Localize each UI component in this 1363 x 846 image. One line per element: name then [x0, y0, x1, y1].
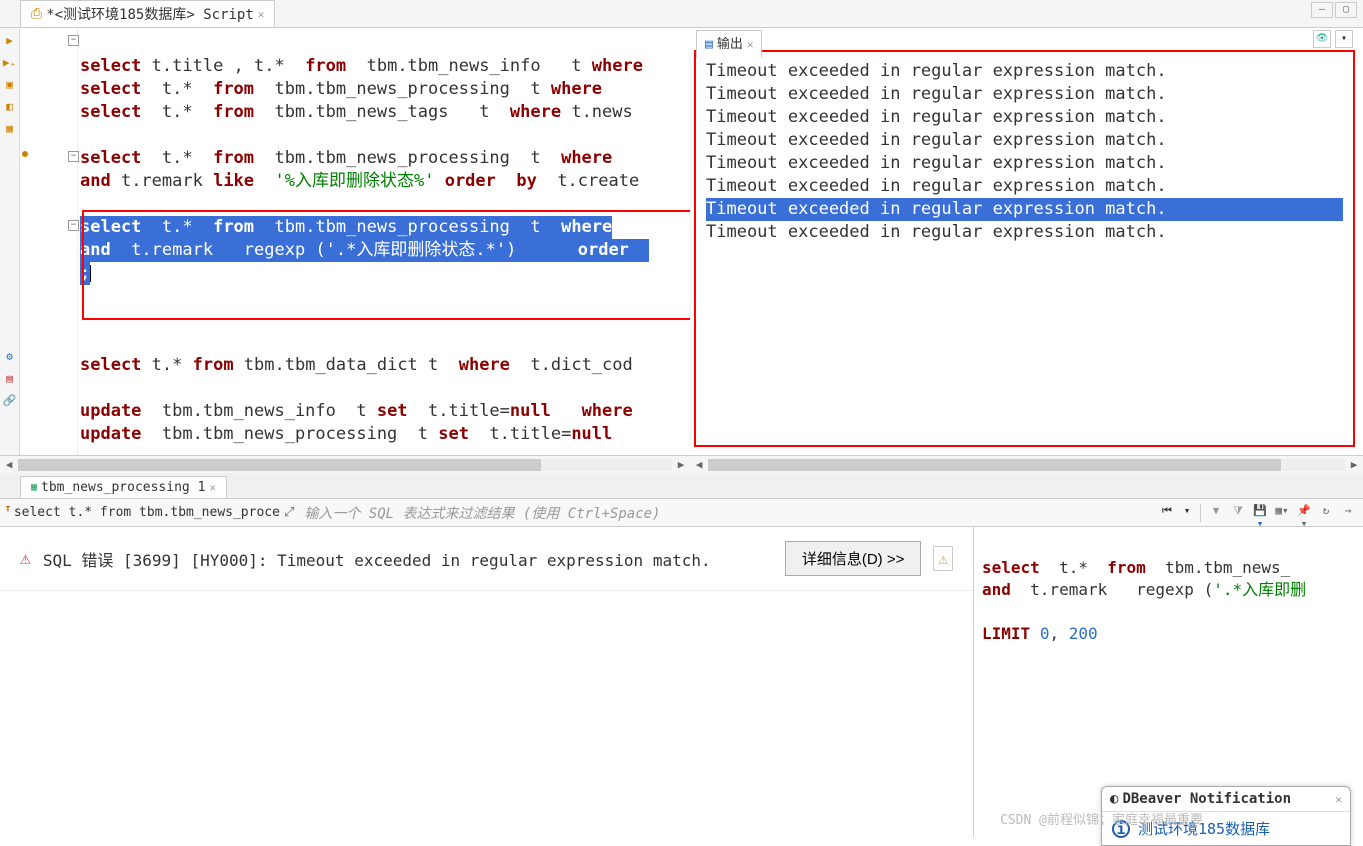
table-icon: ▦	[31, 482, 37, 493]
output-line: Timeout exceeded in regular expression m…	[706, 152, 1343, 175]
close-icon[interactable]: ✕	[258, 8, 265, 21]
info-icon: i	[1112, 820, 1130, 838]
output-lines[interactable]: Timeout exceeded in regular expression m…	[696, 52, 1353, 252]
error-message: SQL 错误 [3699] [HY000]: Timeout exceeded …	[43, 547, 773, 571]
output-right-icons: 👁 ▾	[1313, 30, 1353, 48]
close-icon[interactable]: ✕	[1335, 793, 1342, 806]
expand-icon[interactable]: ⤢	[280, 505, 298, 520]
warning-icon[interactable]: ⚠	[933, 546, 953, 571]
maximize-icon[interactable]: ▢	[1335, 2, 1357, 18]
run-icon[interactable]: ▶	[2, 34, 18, 50]
first-icon[interactable]: ⏮	[1158, 504, 1176, 522]
scroll-thumb[interactable]	[708, 459, 1281, 471]
notification-header: ◐ DBeaver Notification ✕	[1102, 787, 1350, 812]
results-tab-bar: ▦ tbm_news_processing 1 ✕	[0, 473, 1363, 499]
run-script-icon[interactable]: ▶₊	[2, 56, 18, 72]
scroll-right-icon[interactable]: ▶	[672, 458, 690, 471]
stop-icon[interactable]: ▦	[2, 122, 18, 138]
scroll-right-icon[interactable]: ▶	[1345, 458, 1363, 471]
selected-sql: select t.* from tbm.tbm_news_processing …	[80, 216, 612, 239]
dropdown-icon[interactable]: ▾	[1335, 30, 1353, 48]
fold-icon[interactable]: −	[68, 220, 79, 231]
notification-popup: ◐ DBeaver Notification ✕ i 测试环境185数据库	[1101, 786, 1351, 846]
results-tab[interactable]: ▦ tbm_news_processing 1 ✕	[20, 476, 227, 498]
output-panel: ▤ 输出 ✕ 👁 ▾ Timeout exceeded in regular e…	[694, 50, 1355, 447]
editor-tab-bar: ⎙ *<测试环境185数据库> Script ✕	[0, 0, 1363, 28]
notification-body[interactable]: i 测试环境185数据库	[1102, 812, 1350, 845]
editor-left-toolbar: ▶ ▶₊ ▣ ◧ ▦ ⚙ ▤ 🔗	[0, 28, 20, 455]
error-row: ⚠ SQL 错误 [3699] [HY000]: Timeout exceede…	[0, 527, 973, 591]
marker-icon	[22, 151, 28, 157]
filter-icon[interactable]: ▼	[1207, 504, 1225, 522]
error-icon: ⚠	[20, 548, 31, 569]
results-tab-title: tbm_news_processing 1	[41, 480, 205, 495]
results-toolbar: ▼ ⧩ 💾▾ ▦▾ 📌▾ ↻ →	[1200, 504, 1363, 522]
editor-gutter: − − −	[20, 28, 78, 455]
filter-prefix-icon: ᵀ	[4, 505, 12, 520]
explain-icon[interactable]: ◧	[2, 100, 18, 116]
filter-nav: ⏮ ▾	[1158, 504, 1200, 522]
output-line: Timeout exceeded in regular expression m…	[706, 83, 1343, 106]
dbeaver-icon: ◐	[1110, 791, 1118, 807]
filter-sql-preview[interactable]: ᵀ select t.* from tbm.tbm_news_proce	[0, 505, 280, 520]
grid-icon[interactable]: ▦▾	[1273, 504, 1291, 522]
details-button[interactable]: 详细信息(D) >>	[785, 541, 922, 576]
funnel-icon[interactable]: ⧩	[1229, 504, 1247, 522]
eye-icon[interactable]: 👁	[1313, 30, 1331, 48]
code-content[interactable]: select t.title , t.* from tbm.tbm_news_i…	[80, 28, 690, 455]
link-icon[interactable]: 🔗	[2, 394, 18, 410]
close-icon[interactable]: ✕	[209, 481, 216, 494]
notification-message: 测试环境185数据库	[1138, 818, 1270, 839]
output-hscroll[interactable]: ◀ ▶	[690, 455, 1363, 473]
output-line: Timeout exceeded in regular expression m…	[706, 221, 1343, 244]
output-line: Timeout exceeded in regular expression m…	[706, 175, 1343, 198]
minimize-icon[interactable]: —	[1311, 2, 1333, 18]
dropdown-icon[interactable]: ▾	[1178, 504, 1196, 522]
scroll-left-icon[interactable]: ◀	[690, 458, 708, 471]
settings-icon[interactable]: ⚙	[2, 350, 18, 366]
output-tab-title: 输出	[717, 33, 743, 56]
execute-icon[interactable]: ▣	[2, 78, 18, 94]
script-icon: ⎙	[31, 6, 42, 22]
notification-title: DBeaver Notification	[1122, 791, 1291, 807]
fold-icon[interactable]: −	[68, 35, 79, 46]
output-icon: ▤	[705, 33, 713, 56]
scroll-thumb[interactable]	[18, 459, 541, 471]
save-icon[interactable]: 💾▾	[1251, 504, 1269, 522]
window-controls: — ▢	[1305, 0, 1363, 20]
filter-sql-text: select t.* from tbm.tbm_news_proce	[14, 505, 280, 520]
refresh-icon[interactable]: ↻	[1317, 504, 1335, 522]
editor-tab-script[interactable]: ⎙ *<测试环境185数据库> Script ✕	[20, 0, 275, 27]
output-tab[interactable]: ▤ 输出 ✕	[696, 30, 762, 58]
pin-icon[interactable]: 📌▾	[1295, 504, 1313, 522]
main-split: ▶ ▶₊ ▣ ◧ ▦ ⚙ ▤ 🔗 − − − select t.title , …	[0, 28, 1363, 455]
editor-hscroll[interactable]: ◀ ▶	[0, 455, 690, 473]
filter-input[interactable]: 输入一个 SQL 表达式来过滤结果 (使用 Ctrl+Space)	[298, 501, 1158, 525]
output-line: Timeout exceeded in regular expression m…	[706, 60, 1343, 83]
forward-icon[interactable]: →	[1339, 504, 1357, 522]
sql-editor[interactable]: − − − select t.title , t.* from tbm.tbm_…	[20, 28, 690, 455]
file-icon[interactable]: ▤	[2, 372, 18, 388]
output-line: Timeout exceeded in regular expression m…	[706, 106, 1343, 129]
fold-icon[interactable]: −	[68, 151, 79, 162]
scroll-left-icon[interactable]: ◀	[0, 458, 18, 471]
filter-bar: ᵀ select t.* from tbm.tbm_news_proce ⤢ 输…	[0, 499, 1363, 527]
output-line-selected[interactable]: Timeout exceeded in regular expression m…	[706, 198, 1343, 221]
editor-tab-title: *<测试环境185数据库> Script	[46, 4, 254, 24]
error-area: ⚠ SQL 错误 [3699] [HY000]: Timeout exceede…	[0, 527, 973, 837]
output-line: Timeout exceeded in regular expression m…	[706, 129, 1343, 152]
text-cursor	[90, 265, 91, 282]
close-icon[interactable]: ✕	[747, 33, 754, 56]
